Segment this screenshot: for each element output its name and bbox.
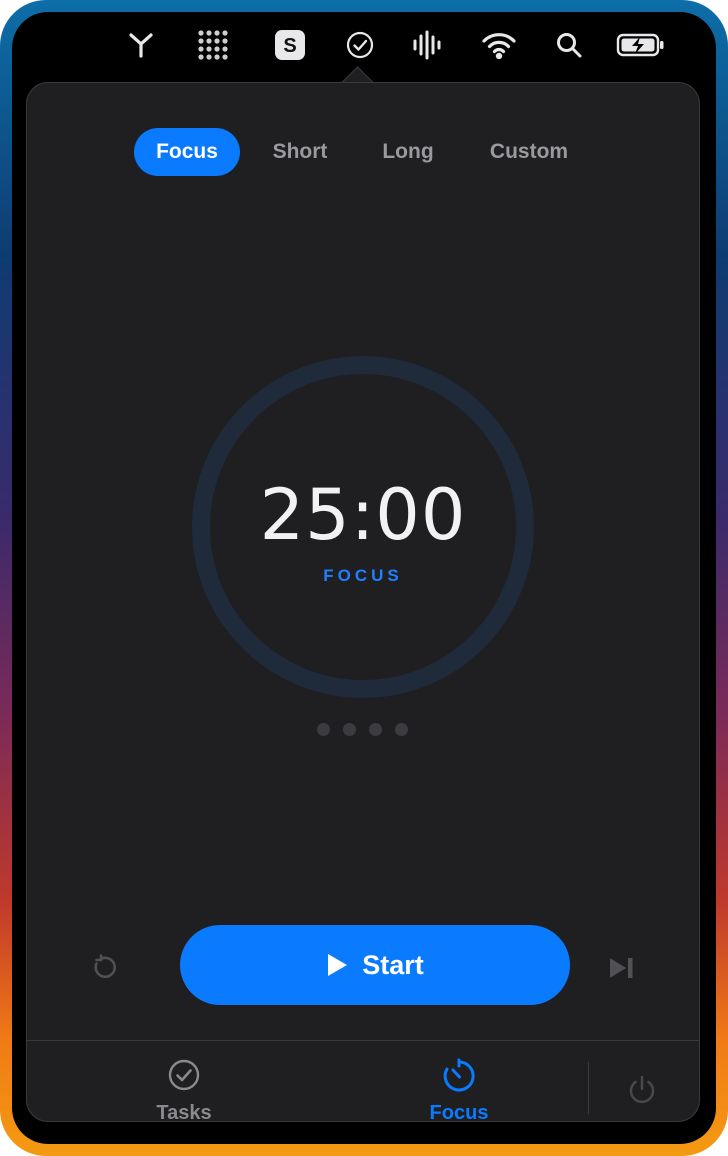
nav-focus[interactable]: Focus (394, 1058, 524, 1138)
session-dot (317, 723, 330, 736)
timer-display: 25:00 (259, 474, 467, 556)
session-dot (369, 723, 382, 736)
nav-focus-label: Focus (429, 1102, 489, 1124)
nav-tasks[interactable]: Tasks (119, 1058, 249, 1138)
session-dots (317, 723, 417, 737)
skip-button[interactable] (602, 948, 642, 988)
y-icon[interactable] (123, 28, 159, 62)
svg-text:S: S (283, 35, 296, 57)
wifi-icon[interactable] (481, 28, 517, 62)
checkmark-circle-icon (168, 1059, 200, 1091)
play-icon (328, 954, 348, 976)
power-icon (629, 1075, 655, 1104)
start-button-label: Start (362, 949, 424, 980)
timer-mode-label: FOCUS (323, 566, 403, 585)
tab-short[interactable]: Short (254, 128, 346, 176)
tab-custom[interactable]: Custom (474, 128, 584, 176)
mode-tabs: Focus Short Long Custom (26, 128, 700, 176)
menu-bar: S (12, 12, 716, 76)
session-dot (395, 723, 408, 736)
screen: S Focus Short Long Custom 25:00 FOCUS St… (12, 12, 716, 1144)
skip-icon (610, 958, 633, 978)
s-app-icon[interactable]: S (272, 28, 308, 62)
device-frame: S Focus Short Long Custom 25:00 FOCUS St… (0, 0, 728, 1156)
battery-charging-icon[interactable] (615, 28, 667, 62)
search-icon[interactable] (551, 28, 587, 62)
timer-popover: Focus Short Long Custom 25:00 FOCUS Star… (26, 82, 700, 1124)
timer-icon (443, 1058, 475, 1092)
waveform-icon[interactable] (409, 28, 445, 62)
tab-long[interactable]: Long (366, 128, 450, 176)
grid-dots-icon[interactable] (195, 28, 231, 62)
session-dot (343, 723, 356, 736)
power-button[interactable] (622, 1070, 662, 1110)
checkmark-circle-icon[interactable] (342, 28, 378, 62)
reset-button[interactable] (84, 948, 124, 988)
start-button[interactable]: Start (180, 925, 570, 1005)
nav-tasks-label: Tasks (156, 1102, 212, 1124)
reset-icon (94, 954, 116, 979)
nav-divider (588, 1062, 589, 1114)
tab-focus[interactable]: Focus (134, 128, 240, 176)
bottom-divider (26, 1040, 700, 1041)
